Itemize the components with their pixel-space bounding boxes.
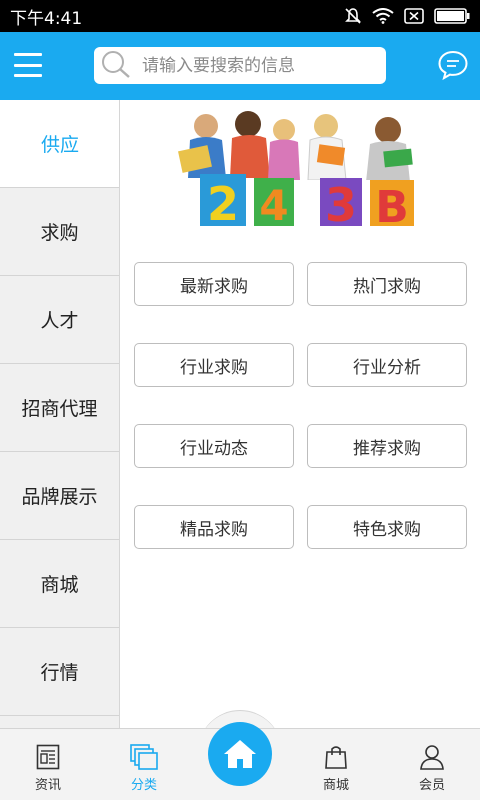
sidebar-item-market[interactable]: 行情 (0, 628, 119, 716)
status-time: 下午4:41 (10, 8, 83, 29)
svg-text:3: 3 (325, 178, 357, 228)
nav-label-category: 分类 (130, 778, 157, 793)
premium-purchase-button[interactable]: 精品求购 (134, 505, 294, 549)
chat-button[interactable] (437, 49, 469, 81)
sidebar-item-brand[interactable]: 品牌展示 (0, 452, 119, 540)
nav-item-mall[interactable]: 商城 (306, 744, 366, 793)
home-button[interactable] (208, 722, 272, 786)
shopping-bag-icon (325, 746, 347, 769)
nav-label-news: 资讯 (34, 778, 61, 793)
category-banner-image: 2 4 3 B (170, 108, 432, 233)
wifi-icon (372, 8, 394, 24)
battery-icon (434, 8, 470, 24)
nav-item-category[interactable]: 分类 (114, 744, 174, 793)
svg-text:4: 4 (259, 181, 288, 228)
home-icon (224, 740, 256, 768)
featured-purchase-button[interactable]: 特色求购 (307, 505, 467, 549)
chat-bubble-icon (438, 50, 468, 81)
hot-purchase-button[interactable]: 热门求购 (307, 262, 467, 306)
sidebar-item-talent[interactable]: 人才 (0, 276, 119, 364)
industry-analysis-button[interactable]: 行业分析 (307, 343, 467, 387)
news-icon (36, 744, 60, 770)
nav-item-member[interactable]: 会员 (402, 744, 462, 793)
nav-item-news[interactable]: 资讯 (18, 744, 78, 793)
nav-label-mall: 商城 (322, 778, 349, 793)
user-icon (420, 745, 444, 770)
hamburger-menu-icon (14, 53, 42, 56)
svg-text:2: 2 (207, 177, 239, 228)
nav-label-member: 会员 (418, 778, 445, 793)
latest-purchase-button[interactable]: 最新求购 (134, 262, 294, 306)
category-sidebar: 供应 求购 人才 招商代理 品牌展示 商城 行情 (0, 100, 120, 728)
sidebar-item-mall[interactable]: 商城 (0, 540, 119, 628)
search-icon (100, 49, 132, 83)
status-icons (344, 7, 470, 25)
sidebar-item-purchase[interactable]: 求购 (0, 188, 119, 276)
industry-news-button[interactable]: 行业动态 (134, 424, 294, 468)
search-input[interactable] (142, 55, 372, 76)
header (0, 32, 480, 100)
search-box[interactable] (94, 47, 386, 84)
menu-button[interactable] (14, 53, 42, 77)
svg-text:B: B (375, 182, 409, 228)
mute-icon (344, 7, 362, 25)
no-sim-icon (404, 8, 424, 24)
category-icon (130, 744, 158, 770)
sidebar-item-agency[interactable]: 招商代理 (0, 364, 119, 452)
sidebar-item-supply[interactable]: 供应 (0, 100, 119, 188)
status-bar: 下午4:41 (0, 0, 480, 32)
recommended-purchase-button[interactable]: 推荐求购 (307, 424, 467, 468)
industry-purchase-button[interactable]: 行业求购 (134, 343, 294, 387)
